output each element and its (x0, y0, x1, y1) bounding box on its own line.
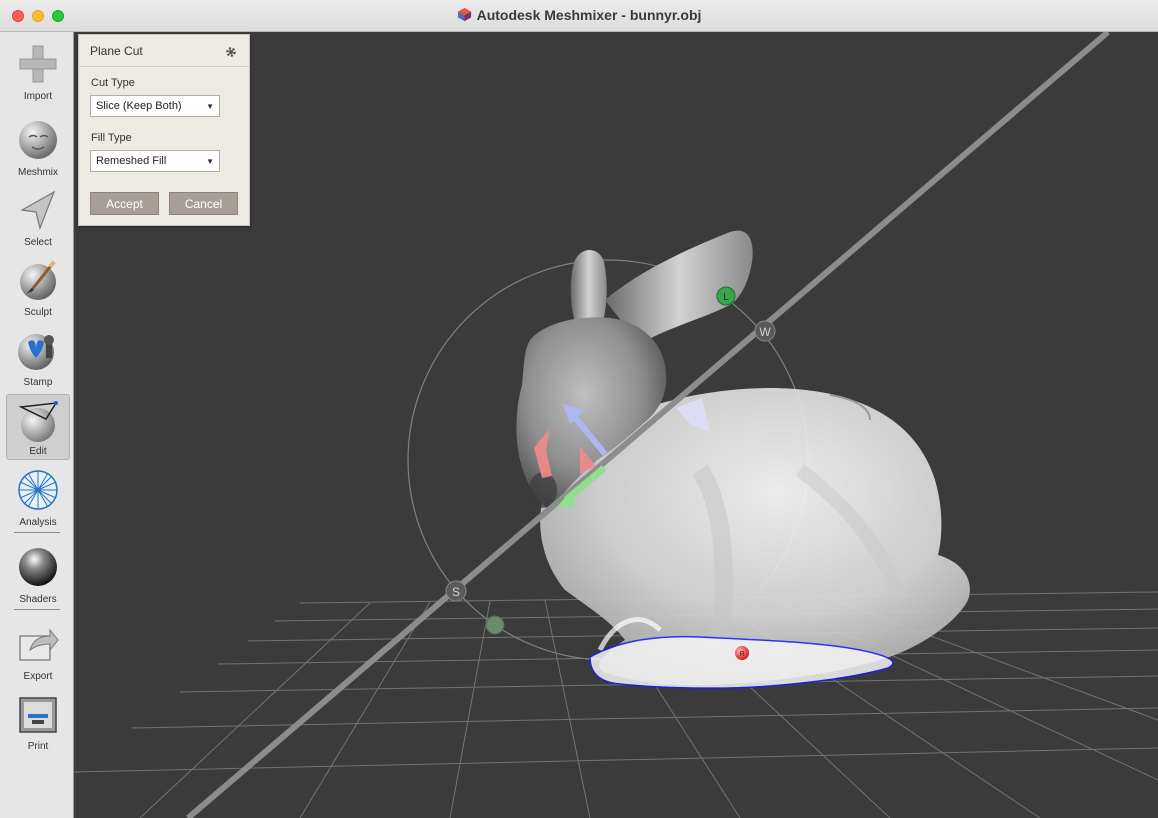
shaders-sphere-icon (19, 548, 57, 586)
toolbar-import-button[interactable]: Import (6, 38, 70, 104)
dropdown-arrow-icon: ▼ (206, 102, 214, 111)
toolbar-select-button[interactable]: Select (6, 184, 70, 250)
window-titlebar: Autodesk Meshmixer - bunnyr.obj (0, 0, 1158, 32)
cancel-button[interactable]: Cancel (169, 192, 238, 215)
accept-button[interactable]: Accept (90, 192, 159, 215)
tool-sidebar: Import Meshmix Select Sculpt Stamp Edit … (0, 32, 74, 818)
toolbar-label: Shaders (19, 594, 57, 605)
svg-text:W: W (759, 325, 771, 339)
stamp-icon (18, 334, 54, 370)
window-title: Autodesk Meshmixer - bunnyr.obj (476, 7, 702, 23)
gear-icon[interactable] (225, 45, 237, 63)
meshmixer-app-icon (457, 7, 472, 25)
svg-text:R: R (739, 651, 744, 658)
toolbar-edit-button[interactable]: Edit (6, 394, 70, 460)
window-title-wrap: Autodesk Meshmixer - bunnyr.obj (0, 7, 1158, 25)
cut-type-label: Cut Type (91, 77, 135, 89)
toolbar-separator (14, 609, 60, 610)
toolbar-label: Import (23, 91, 53, 102)
export-icon (19, 628, 59, 661)
fill-type-value: Remeshed Fill (96, 155, 167, 167)
plus-icon (19, 45, 57, 83)
cut-type-dropdown[interactable]: Slice (Keep Both) ▼ (90, 95, 220, 117)
fill-type-label: Fill Type (91, 132, 132, 144)
edit-icon (18, 401, 58, 442)
gizmo-handle-faded[interactable] (485, 615, 505, 635)
toolbar-separator (14, 532, 60, 533)
toolbar-label: Print (27, 741, 49, 752)
toolbar-analysis-button[interactable]: Analysis (6, 464, 70, 530)
toolbar-print-button[interactable]: Print (6, 688, 70, 754)
toolbar-stamp-button[interactable]: Stamp (6, 324, 70, 390)
toolbar-label: Stamp (23, 377, 53, 388)
toolbar-label: Analysis (19, 517, 57, 528)
analysis-mesh-icon (18, 470, 58, 510)
print-icon (19, 697, 57, 733)
svg-text:S: S (452, 585, 460, 599)
toolbar-label: Select (24, 237, 52, 248)
toolbar-sculpt-button[interactable]: Sculpt (6, 254, 70, 320)
toolbar-export-button[interactable]: Export (6, 618, 70, 684)
cut-type-value: Slice (Keep Both) (96, 100, 182, 112)
svg-text:L: L (723, 292, 729, 303)
toolbar-label: Edit (29, 446, 47, 457)
panel-header: Plane Cut (79, 35, 249, 67)
sculpt-brush-icon (20, 260, 56, 300)
dropdown-arrow-icon: ▼ (206, 157, 214, 166)
panel-title: Plane Cut (90, 44, 143, 58)
toolbar-label: Meshmix (17, 167, 58, 178)
fill-type-dropdown[interactable]: Remeshed Fill ▼ (90, 150, 220, 172)
toolbar-label: Sculpt (24, 307, 52, 318)
toolbar-shaders-button[interactable]: Shaders (6, 541, 70, 607)
plane-cut-panel: Plane Cut Cut Type Slice (Keep Both) ▼ F… (78, 34, 250, 226)
toolbar-meshmix-button[interactable]: Meshmix (6, 114, 70, 180)
toolbar-label: Export (23, 671, 53, 682)
select-arrow-icon (20, 190, 56, 230)
meshmix-face-icon (19, 121, 57, 159)
